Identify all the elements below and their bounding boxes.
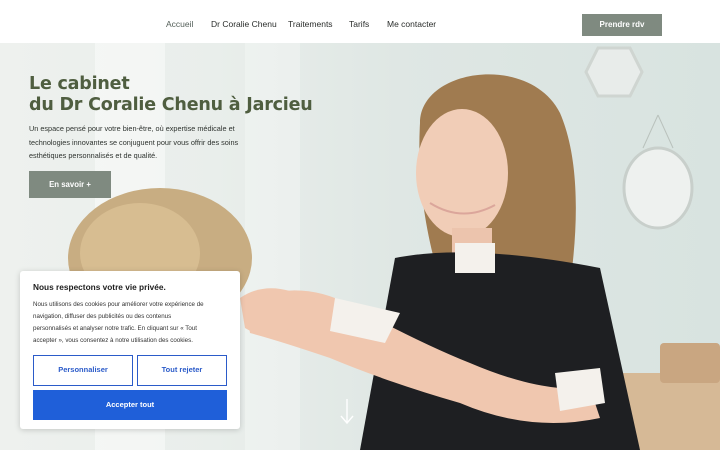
cookie-text-line3: personnalisés et analyser notre trafic. … [33,325,197,332]
site-header: Accueil Dr Coralie Chenu Traitements Tar… [0,0,720,43]
hero-description-line2: technologies innovantes se conjuguent po… [29,137,239,147]
hero-title-line2: du Dr Coralie Chenu à Jarcieu [29,95,313,115]
cookie-description: Nous utilisons des cookies pour améliore… [33,299,229,347]
nav-item-tarifs[interactable]: Tarifs [349,19,369,29]
prendre-rdv-button[interactable]: Prendre rdv [582,14,662,36]
nav-item-traitements[interactable]: Traitements [288,19,333,29]
cookie-consent-dialog: Nous respectons votre vie privée. Nous u… [20,271,240,429]
hero-description: Un espace pensé pour votre bien-être, où… [29,122,269,163]
cookie-text-line2: navigation, diffuser des publicités ou d… [33,313,172,320]
hero-description-line3: esthétiques personnalisés et de qualité. [29,151,158,161]
cookie-title: Nous respectons votre vie privée. [33,282,166,292]
nav-item-dr-coralie-chenu[interactable]: Dr Coralie Chenu [211,19,277,29]
accepter-tout-button[interactable]: Accepter tout [33,390,227,420]
hero-description-line1: Un espace pensé pour votre bien-être, où… [29,124,235,133]
cookie-text-line4: accepter », vous consentez à notre utili… [33,337,193,344]
en-savoir-plus-button[interactable]: En savoir + [29,171,111,198]
hero-title: Le cabinet du Dr Coralie Chenu à Jarcieu [29,74,313,116]
personnaliser-button[interactable]: Personnaliser [33,355,133,386]
hero-title-line1: Le cabinet [29,74,130,94]
nav-item-me-contacter[interactable]: Me contacter [387,19,436,29]
arrow-down-icon[interactable] [338,398,356,426]
nav-item-accueil[interactable]: Accueil [166,19,193,29]
cookie-text-line1: Nous utilisons des cookies pour améliore… [33,301,204,308]
tout-rejeter-button[interactable]: Tout rejeter [137,355,227,386]
